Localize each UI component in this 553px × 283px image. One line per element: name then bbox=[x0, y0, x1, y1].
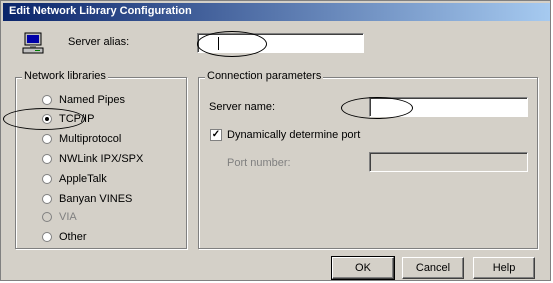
computer-icon bbox=[22, 32, 44, 54]
radio-button[interactable] bbox=[42, 194, 52, 204]
network-libraries-group: Network libraries Named Pipes TCP/IP Mul… bbox=[15, 70, 187, 249]
server-alias-label: Server alias: bbox=[68, 36, 130, 48]
radio-label: VIA bbox=[59, 211, 77, 223]
dialog-window: Edit Network Library Configuration Serve… bbox=[0, 0, 551, 281]
radio-label: Banyan VINES bbox=[59, 193, 133, 205]
radio-button[interactable] bbox=[42, 174, 52, 184]
title-bar[interactable]: Edit Network Library Configuration bbox=[3, 3, 550, 21]
window-title: Edit Network Library Configuration bbox=[9, 5, 192, 17]
radio-button[interactable] bbox=[42, 95, 52, 105]
radio-label: Multiprotocol bbox=[59, 133, 122, 145]
highlight-ellipse bbox=[197, 31, 267, 57]
network-libraries-title: Network libraries bbox=[22, 70, 108, 82]
port-number-input bbox=[369, 152, 528, 172]
server-name-label: Server name: bbox=[209, 101, 276, 113]
radio-button[interactable] bbox=[42, 232, 52, 242]
radio-other[interactable]: Other bbox=[42, 229, 87, 245]
radio-button[interactable] bbox=[42, 134, 52, 144]
dynamic-port-checkbox[interactable]: ✓ bbox=[210, 129, 222, 141]
radio-label: NWLink IPX/SPX bbox=[59, 153, 144, 165]
radio-appletalk[interactable]: AppleTalk bbox=[42, 171, 107, 187]
radio-via: VIA bbox=[42, 209, 77, 225]
radio-label: Other bbox=[59, 231, 87, 243]
radio-multiprotocol[interactable]: Multiprotocol bbox=[42, 131, 121, 147]
radio-label: Named Pipes bbox=[59, 94, 126, 106]
ok-button[interactable]: OK bbox=[331, 256, 395, 280]
help-button[interactable]: Help bbox=[473, 257, 535, 279]
highlight-ellipse bbox=[3, 108, 85, 130]
radio-button bbox=[42, 212, 52, 222]
radio-named-pipes[interactable]: Named Pipes bbox=[42, 92, 125, 108]
dynamic-port-label: Dynamically determine port bbox=[227, 129, 361, 141]
port-number-label: Port number: bbox=[227, 157, 291, 169]
radio-label: AppleTalk bbox=[59, 173, 107, 185]
radio-button[interactable] bbox=[42, 154, 52, 164]
cancel-button[interactable]: Cancel bbox=[402, 257, 464, 279]
radio-nwlink[interactable]: NWLink IPX/SPX bbox=[42, 151, 143, 167]
connection-parameters-title: Connection parameters bbox=[205, 70, 324, 82]
radio-banyan-vines[interactable]: Banyan VINES bbox=[42, 191, 132, 207]
highlight-ellipse bbox=[341, 97, 413, 119]
